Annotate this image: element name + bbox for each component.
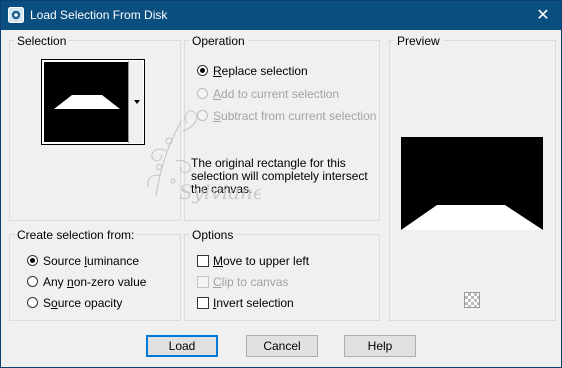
load-button[interactable]: Load: [146, 335, 218, 357]
invert-selection-label: Invert selection: [213, 296, 294, 310]
cancel-button[interactable]: Cancel: [246, 335, 318, 357]
radio-indicator: [27, 297, 38, 308]
window-title: Load Selection From Disk: [30, 8, 168, 22]
watermark-text: Sylviane: [179, 180, 261, 204]
source-luminance-label: Source luminance: [43, 254, 140, 268]
checkbox-indicator: [197, 255, 209, 267]
radio-indicator: [197, 65, 208, 76]
transparency-checker-icon[interactable]: [464, 292, 480, 308]
create-from-group-title: Create selection from:: [14, 228, 138, 242]
help-button[interactable]: Help: [344, 335, 416, 357]
photo-app-icon: [8, 7, 24, 23]
selection-thumbnail: [44, 62, 128, 142]
preview-group-title: Preview: [394, 34, 443, 48]
clip-to-canvas-label: Clip to canvas: [213, 275, 289, 289]
replace-selection-label: Replace selection: [213, 64, 308, 78]
dialog-window: Load Selection From Disk ✕ Selection Ope…: [0, 0, 562, 368]
move-to-upper-left-label: Move to upper left: [213, 254, 310, 268]
selection-shape-icon: [54, 95, 120, 109]
source-opacity-label: Source opacity: [43, 296, 123, 310]
radio-indicator: [197, 88, 208, 99]
close-icon[interactable]: ✕: [525, 1, 561, 30]
add-to-selection-label: Add to current selection: [213, 87, 340, 101]
checkbox-indicator: [197, 276, 209, 288]
selection-group-title: Selection: [14, 34, 70, 48]
radio-indicator: [27, 255, 38, 266]
radio-indicator: [27, 276, 38, 287]
preview-canvas: [401, 137, 543, 230]
title-bar[interactable]: Load Selection From Disk ✕: [1, 1, 561, 30]
any-non-zero-value-label: Any non-zero value: [43, 275, 147, 289]
operation-group-title: Operation: [189, 34, 248, 48]
checkbox-indicator: [197, 297, 209, 309]
watermark-logo: Sylviane: [147, 110, 261, 204]
preview-selection-shape: [401, 205, 543, 230]
